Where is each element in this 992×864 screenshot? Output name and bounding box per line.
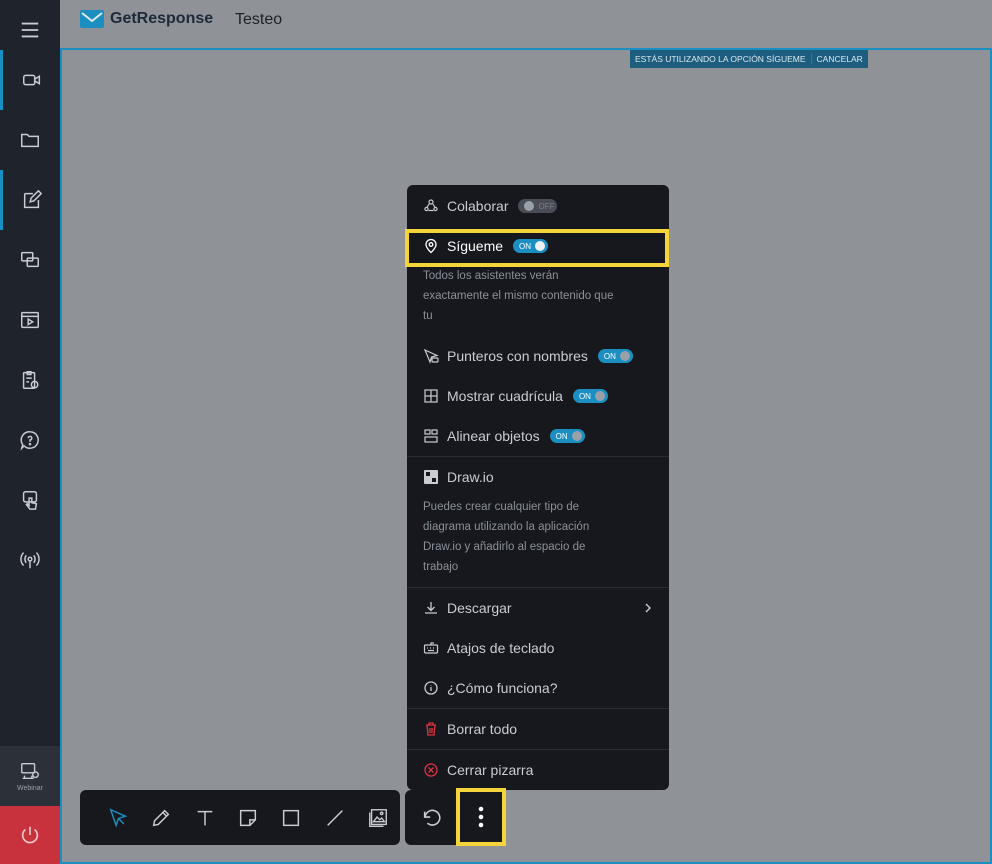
drawio-icon: [423, 469, 439, 485]
sidebar-item-tests[interactable]: [0, 350, 60, 410]
text-tool-button[interactable]: [183, 798, 226, 838]
menu-label-alinear: Alinear objetos: [447, 428, 540, 444]
sidebar-item-video[interactable]: [0, 50, 60, 110]
menu-label-borrar-todo: Borrar todo: [447, 721, 518, 737]
align-objects-icon: [423, 428, 439, 444]
trash-icon: [423, 721, 439, 737]
menu-item-borrar-todo[interactable]: Borrar todo: [407, 709, 669, 749]
pencil-icon: [152, 809, 170, 826]
sidebar-item-cta[interactable]: [0, 470, 60, 530]
menu-item-drawio[interactable]: Draw.io: [407, 457, 669, 497]
pencil-tool-button[interactable]: [139, 798, 182, 838]
download-icon: [423, 600, 439, 616]
logo-text: GetResponse: [110, 10, 214, 27]
menu-label-colaborar: Colaborar: [447, 198, 509, 214]
sigueme-description: Todos los asistentes verán exactamente e…: [423, 270, 614, 322]
menu-label-cuadricula: Mostrar cuadrícula: [447, 388, 563, 404]
menu-label-descargar: Descargar: [447, 600, 512, 616]
menu-label-cerrar-pizarra: Cerrar pizarra: [447, 762, 534, 778]
menu-item-punteros[interactable]: Punteros con nombres ON: [407, 336, 669, 376]
help-icon: [20, 431, 39, 451]
more-vertical-icon: [478, 806, 484, 828]
grid-icon: [423, 388, 439, 404]
webinar-settings-icon: [21, 762, 39, 780]
webinar-label: Webinar: [17, 785, 43, 792]
text-icon: [197, 810, 212, 825]
image-icon: [369, 808, 388, 827]
punteros-toggle[interactable]: ON: [597, 349, 633, 363]
sidebar-item-broadcast[interactable]: [0, 530, 60, 590]
sidebar-item-questions[interactable]: [0, 410, 60, 470]
collaborate-icon: [423, 198, 439, 214]
drawing-toolbar: [80, 790, 400, 845]
screen-share-icon: [21, 251, 39, 268]
menu-item-colaborar[interactable]: Colaborar OFF: [407, 186, 669, 226]
menu-item-atajos[interactable]: Atajos de teclado: [407, 628, 669, 668]
whiteboard-options-menu: Colaborar OFF Sígueme ON Todos los asist…: [407, 185, 669, 790]
menu-item-como-funciona[interactable]: ¿Cómo funciona?: [407, 668, 669, 708]
select-tool-button[interactable]: [96, 798, 139, 838]
menu-label-como-funciona: ¿Cómo funciona?: [447, 680, 558, 696]
menu-item-alinear[interactable]: Alinear objetos ON: [407, 416, 669, 456]
hamburger-icon: [21, 22, 39, 38]
getresponse-logo: GetResponse: [80, 10, 213, 28]
info-icon: [423, 680, 439, 696]
undo-button[interactable]: [411, 798, 453, 838]
rectangle-icon: [283, 809, 300, 826]
cursor-icon: [109, 807, 128, 828]
close-circle-icon: [423, 762, 439, 778]
touch-icon: [22, 491, 38, 510]
follow-me-banner: ESTÁS UTILIZANDO LA OPCIÓN SÍGUEME CANCE…: [630, 50, 868, 68]
colaborar-toggle[interactable]: OFF: [518, 199, 558, 213]
follow-me-banner-text: ESTÁS UTILIZANDO LA OPCIÓN SÍGUEME: [635, 54, 806, 64]
cancel-follow-button[interactable]: CANCELAR: [810, 54, 868, 64]
named-pointer-icon: [423, 348, 439, 364]
webinar-title: Testeo: [235, 11, 283, 28]
chevron-right-icon: [645, 603, 651, 613]
sticky-note-tool-button[interactable]: [226, 798, 269, 838]
top-header: GetResponse Testeo: [60, 0, 992, 50]
left-sidebar: Webinar: [0, 0, 60, 864]
undo-icon: [423, 809, 441, 826]
colaborar-toggle-text: OFF: [538, 201, 555, 211]
broadcast-icon: [20, 552, 40, 569]
clipboard-icon: [22, 371, 39, 389]
cuadricula-toggle[interactable]: ON: [572, 389, 608, 403]
end-webinar-button[interactable]: [0, 806, 60, 864]
keyboard-icon: [423, 640, 439, 656]
envelope-logo-icon: [80, 10, 104, 28]
sigueme-highlight-frame: [405, 229, 669, 267]
sidebar-item-files[interactable]: [0, 110, 60, 170]
alinear-toggle[interactable]: ON: [549, 429, 585, 443]
rectangle-tool-button[interactable]: [270, 798, 313, 838]
sidebar-item-whiteboard[interactable]: [0, 170, 60, 230]
menu-item-descargar[interactable]: Descargar: [407, 588, 669, 628]
folder-icon: [21, 133, 39, 148]
more-options-button[interactable]: [456, 788, 506, 846]
sidebar-item-screen-share[interactable]: [0, 230, 60, 290]
sticky-note-icon: [239, 809, 257, 826]
alinear-toggle-text: ON: [555, 431, 568, 441]
edit-icon: [23, 189, 42, 209]
line-tool-button[interactable]: [313, 798, 356, 838]
power-icon: [21, 826, 39, 844]
cuadricula-toggle-text: ON: [578, 391, 591, 401]
image-tool-button[interactable]: [357, 798, 400, 838]
line-icon: [326, 809, 343, 826]
menu-label-punteros: Punteros con nombres: [447, 348, 588, 364]
drawio-description: Puedes crear cualquier tipo de diagrama …: [423, 501, 590, 573]
video-icon: [22, 74, 40, 86]
menu-label-drawio: Draw.io: [447, 469, 494, 485]
action-toolbar: [405, 788, 506, 846]
menu-label-atajos: Atajos de teclado: [447, 640, 555, 656]
sidebar-webinar-settings[interactable]: Webinar: [0, 746, 60, 806]
menu-item-cerrar-pizarra[interactable]: Cerrar pizarra: [407, 750, 669, 790]
sidebar-item-media[interactable]: [0, 290, 60, 350]
menu-item-cuadricula[interactable]: Mostrar cuadrícula ON: [407, 376, 669, 416]
media-icon: [21, 311, 39, 329]
punteros-toggle-text: ON: [603, 351, 616, 361]
